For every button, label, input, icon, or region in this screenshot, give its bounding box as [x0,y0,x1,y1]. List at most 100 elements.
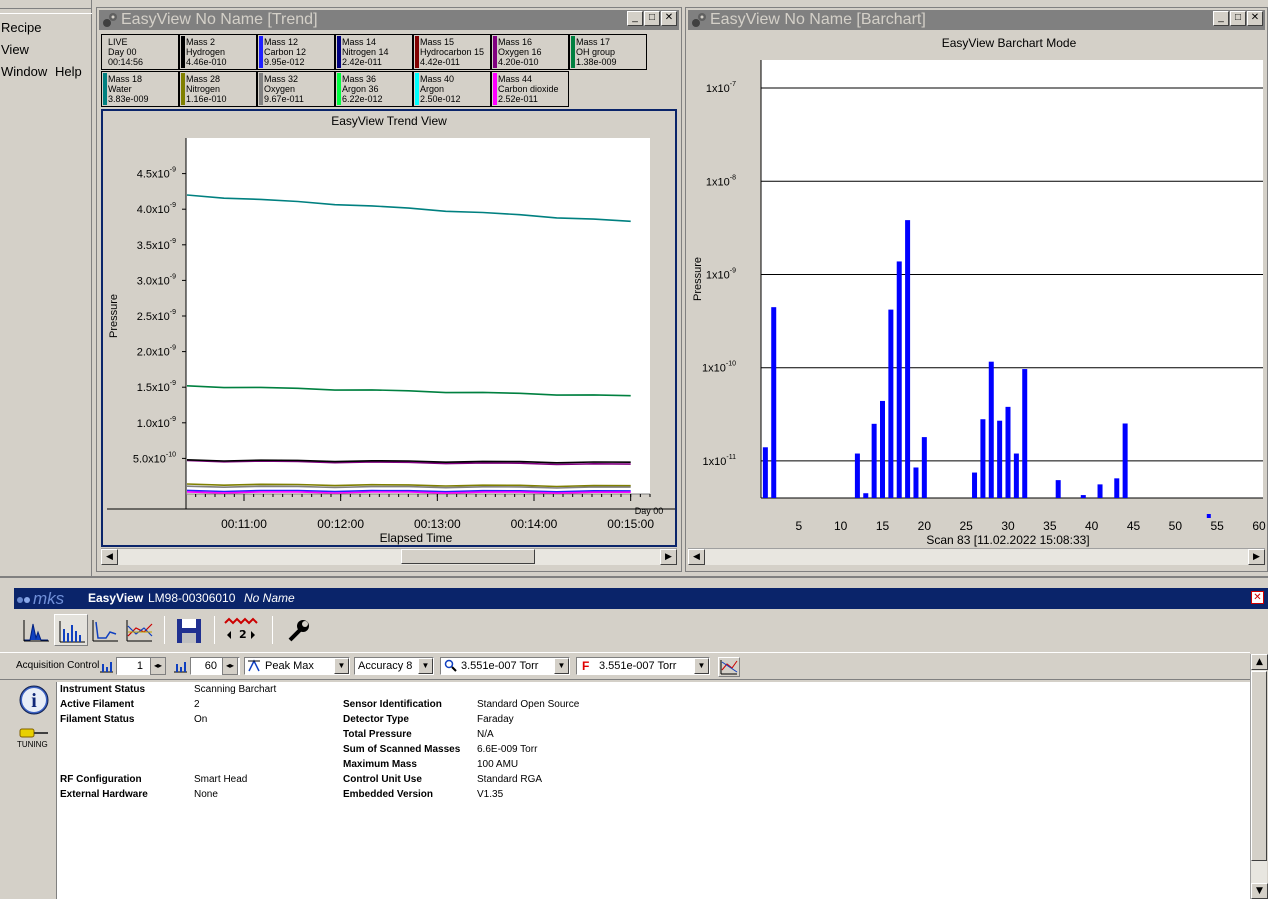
mass-cell-text: Mass 36 [342,74,377,84]
tuning-screwdriver-icon[interactable] [18,726,50,740]
close-button[interactable]: ✕ [1247,11,1263,26]
bar-x-tick-label: 20 [918,519,932,533]
scan-mode-select[interactable]: Peak Max ▼ [244,657,350,675]
easyview-app-icon [103,13,117,27]
bar [762,447,768,498]
trend-y-tick-label: 4.0x10-9 [137,202,176,216]
maximize-button[interactable]: □ [1230,11,1246,26]
trend-mode-button[interactable] [122,614,156,646]
mass-cell[interactable]: Mass 40 Argon 2.50e-012 [413,71,491,107]
bar-x-tick-label: 45 [1127,519,1141,533]
scan-mode-value: Peak Max [265,660,314,672]
status-label: Total Pressure [343,729,412,740]
mass-cell[interactable]: Mass 17 OH group 1.38e-009 [569,34,647,70]
trend-scrollbar[interactable]: ◀ ▶ [101,548,677,565]
bar-position-marker [1206,514,1211,518]
recipe-step-button[interactable]: 2 [222,614,262,646]
mks-logo: mks [33,589,65,608]
scroll-up-button[interactable]: ▲ [1251,654,1268,670]
mks-dots-icon [17,597,30,603]
barchart-window-titlebar[interactable]: EasyView No Name [Barchart] _ □ ✕ [688,10,1265,30]
save-button[interactable] [172,614,206,646]
bar [997,420,1003,498]
status-scrollbar[interactable]: ▲ ▼ [1250,654,1268,899]
menu-recipe[interactable]: Recipe [1,20,41,35]
minimize-button[interactable]: _ [627,11,643,26]
start-mass-spinner[interactable]: ◂▸ [150,657,166,675]
info-icon[interactable]: i [18,684,50,716]
trend-y-tick-exponent: -9 [170,273,176,280]
minimize-button[interactable]: _ [1213,11,1229,26]
mass-cell[interactable]: Mass 32 Oxygen 9.67e-011 [257,71,335,107]
chart-options-button[interactable] [718,657,740,677]
bar [888,309,894,498]
scroll-right-button[interactable]: ▶ [660,549,677,565]
mass-cell[interactable]: Mass 14 Nitrogen 14 2.42e-011 [335,34,413,70]
status-value: Scanning Barchart [194,684,277,695]
scroll-left-button[interactable]: ◀ [101,549,118,565]
trend-y-tick-label: 1.5x10-9 [137,380,176,394]
bar-x-tick-label: 35 [1043,519,1057,533]
mass-cell[interactable]: Mass 44 Carbon dioxide 2.52e-011 [491,71,569,107]
mass-cell-text: Mass 18 [108,74,143,84]
status-value: None [194,789,218,800]
scroll-thumb[interactable] [1251,671,1267,861]
scroll-right-button[interactable]: ▶ [1248,549,1265,565]
scroll-thumb[interactable] [401,549,535,564]
barchart-scrollbar[interactable]: ◀ ▶ [688,548,1265,565]
mass-cell-text: Argon 36 [342,84,379,94]
instrument-status-area: Instrument Status Scanning Barchart Active… [56,682,1250,899]
mass-cell-text: 2.52e-011 [498,94,538,104]
filament-pressure-select[interactable]: F 3.551e-007 Torr ▼ [576,657,710,675]
mass-cell-text: 4.42e-011 [420,57,460,67]
scroll-left-button[interactable]: ◀ [688,549,705,565]
filament-pressure-value: 3.551e-007 Torr [599,660,677,672]
chevron-down-icon[interactable]: ▼ [694,658,709,674]
bar [854,453,860,498]
mass-cell[interactable]: Mass 16 Oxygen 16 4.20e-010 [491,34,569,70]
menu-help[interactable]: Help [55,64,82,79]
status-value: Standard RGA [477,774,543,785]
menu-view[interactable]: View [1,42,29,57]
trend-y-tick-exponent: -9 [170,167,176,174]
pressure-select[interactable]: 3.551e-007 Torr ▼ [440,657,570,675]
close-button[interactable]: ✕ [661,11,677,26]
bar-y-tick-exponent: -7 [730,81,736,88]
spectrum-mode-button[interactable] [20,614,54,646]
status-label: External Hardware [60,789,148,800]
peak-max-icon [248,659,260,672]
status-value: V1.35 [477,789,504,800]
menu-window[interactable]: Window [1,64,47,79]
bar [880,400,885,498]
mass-cell[interactable]: Mass 12 Carbon 12 9.95e-012 [257,34,335,70]
bar [1097,484,1103,498]
chevron-down-icon[interactable]: ▼ [334,658,349,674]
mass-cell[interactable]: Mass 36 Argon 36 6.22e-012 [335,71,413,107]
mass-cell[interactable]: Mass 28 Nitrogen 1.16e-010 [179,71,257,107]
chevron-down-icon[interactable]: ▼ [554,658,569,674]
bar-y-axis-label: Pressure [692,257,704,301]
leak-check-button[interactable] [88,614,122,646]
device-id: LM98-00306010 [148,591,236,605]
trend-y-tick-exponent: -9 [170,202,176,209]
close-button[interactable]: ✕ [1251,591,1264,604]
chevron-down-icon[interactable]: ▼ [418,658,433,674]
live-time-cell[interactable]: LIVE Day 00 00:14:56 [101,34,179,70]
status-label: Embedded Version [343,789,434,800]
bar [972,472,978,498]
mass-cell[interactable]: Mass 15 Hydrocarbon 15 4.42e-011 [413,34,491,70]
mass-cell[interactable]: Mass 2 Hydrogen 4.46e-010 [179,34,257,70]
floppy-disk-icon [177,619,201,643]
trend-window-titlebar[interactable]: EasyView No Name [Trend] _ □ ✕ [99,10,679,30]
settings-button[interactable] [282,614,316,646]
end-mass-spinner[interactable]: ◂▸ [222,657,238,675]
maximize-button[interactable]: □ [644,11,660,26]
mass-cell-text: Mass 32 [264,74,299,84]
mass-cell-text: 4.20e-010 [498,57,539,67]
bar [1013,453,1019,498]
accuracy-select[interactable]: Accuracy 8 ▼ [354,657,434,675]
tuning-label[interactable]: TUNING [17,740,48,749]
mass-cell[interactable]: Mass 18 Water 3.83e-009 [101,71,179,107]
barchart-mode-button[interactable] [54,614,88,646]
bar-x-tick-label: 5 [795,519,802,533]
